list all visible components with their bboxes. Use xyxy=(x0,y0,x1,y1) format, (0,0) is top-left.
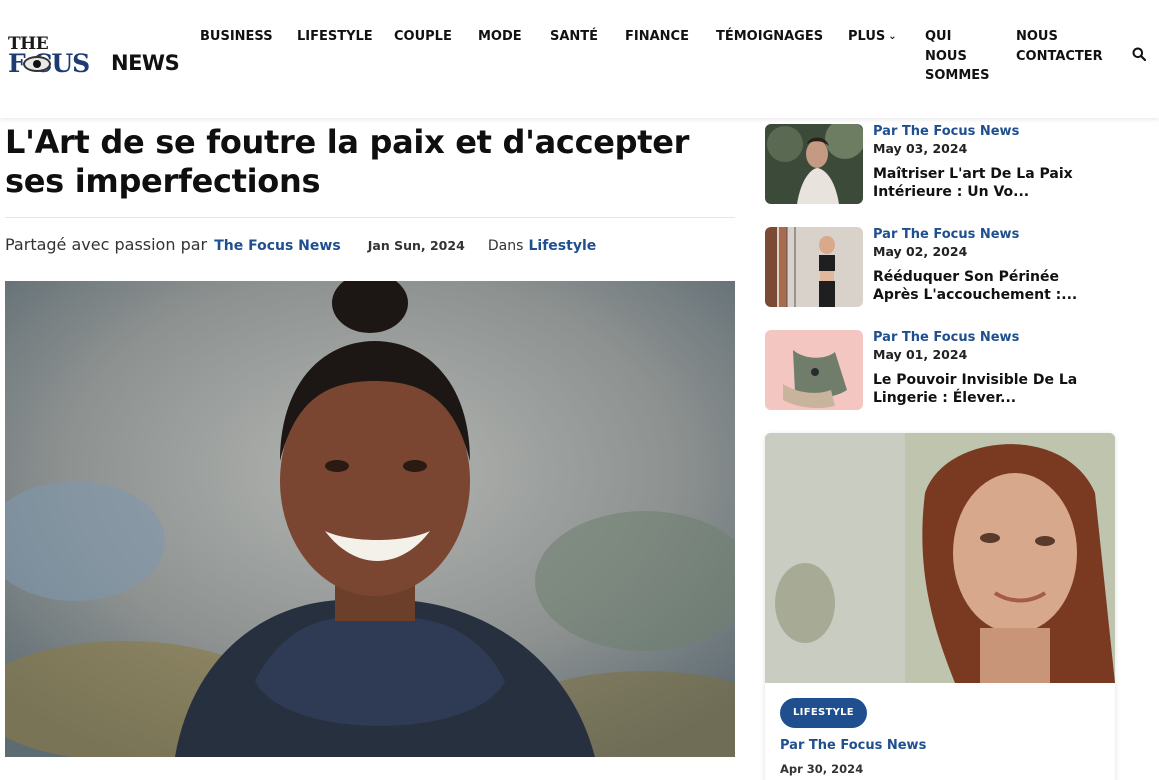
feature-card-author[interactable]: Par The Focus News xyxy=(780,738,926,753)
sidebar-post-2[interactable]: Par The Focus News May 02, 2024 Rééduque… xyxy=(765,227,1115,307)
nav-business[interactable]: BUSINESS xyxy=(200,27,273,47)
shared-prefix: Partagé avec passion par xyxy=(5,235,208,254)
author-link[interactable]: The Focus News xyxy=(214,238,340,254)
post-thumbnail[interactable] xyxy=(765,227,863,307)
logo-news: NEWS xyxy=(111,51,180,75)
nav-qui-nous-sommes[interactable]: QUI NOUS SOMMES xyxy=(925,27,995,86)
thumb-illustration-1 xyxy=(765,124,863,204)
title-divider xyxy=(5,217,735,218)
site-logo[interactable]: THE F CUS NEWS xyxy=(6,34,186,80)
search-icon[interactable] xyxy=(1132,47,1146,61)
thumb-illustration-2 xyxy=(765,227,863,307)
post-author[interactable]: Par The Focus News xyxy=(873,330,1019,345)
nav-finance[interactable]: FINANCE xyxy=(625,27,689,47)
nav-lifestyle[interactable]: LIFESTYLE xyxy=(297,27,373,47)
hero-illustration xyxy=(5,281,735,757)
post-thumbnail[interactable] xyxy=(765,124,863,204)
post-author[interactable]: Par The Focus News xyxy=(873,124,1019,139)
nav-plus[interactable]: PLUS ⌄ xyxy=(848,27,897,47)
category-prefix: Dans xyxy=(487,238,524,254)
chevron-down-icon: ⌄ xyxy=(888,31,897,42)
nav-couple[interactable]: COUPLE xyxy=(394,27,452,47)
post-author[interactable]: Par The Focus News xyxy=(873,227,1019,242)
post-title[interactable]: Le Pouvoir Invisible De La Lingerie : Él… xyxy=(873,371,1105,407)
nav-mode[interactable]: MODE xyxy=(478,27,522,47)
feature-card-image[interactable] xyxy=(765,433,1115,683)
thumb-illustration-3 xyxy=(765,330,863,410)
nav-nous-contacter[interactable]: NOUS CONTACTER xyxy=(1016,27,1116,66)
category-link[interactable]: Lifestyle xyxy=(529,238,597,254)
sidebar-post-3[interactable]: Par The Focus News May 01, 2024 Le Pouvo… xyxy=(765,330,1115,410)
sidebar-post-1[interactable]: Par The Focus News May 03, 2024 Maîtrise… xyxy=(765,124,1115,204)
category-badge[interactable]: LIFESTYLE xyxy=(780,698,867,728)
nav-sante[interactable]: SANTÉ xyxy=(550,27,598,47)
hero-image xyxy=(5,281,735,757)
post-thumbnail[interactable] xyxy=(765,330,863,410)
eye-icon xyxy=(23,56,51,72)
post-title[interactable]: Maîtriser L'art De La Paix Intérieure : … xyxy=(873,165,1105,201)
post-date: May 02, 2024 xyxy=(873,244,968,259)
article-meta: Partagé avec passion par The Focus News … xyxy=(5,235,596,255)
article-title: L'Art de se foutre la paix et d'accepter… xyxy=(5,123,690,200)
site-header: THE F CUS NEWS BUSINESS LIFESTYLE COUPLE… xyxy=(0,0,1159,118)
post-date: May 03, 2024 xyxy=(873,141,968,156)
feature-illustration xyxy=(765,433,1115,683)
feature-card[interactable]: LIFESTYLE Par The Focus News Apr 30, 202… xyxy=(765,433,1115,780)
article-date: Jan Sun, 2024 xyxy=(367,238,465,253)
nav-plus-label: PLUS xyxy=(848,29,886,44)
feature-card-date: Apr 30, 2024 xyxy=(780,762,864,776)
post-title[interactable]: Rééduquer Son Périnée Après L'accoucheme… xyxy=(873,268,1105,304)
nav-temoignages[interactable]: TÉMOIGNAGES xyxy=(716,27,823,47)
post-date: May 01, 2024 xyxy=(873,347,968,362)
